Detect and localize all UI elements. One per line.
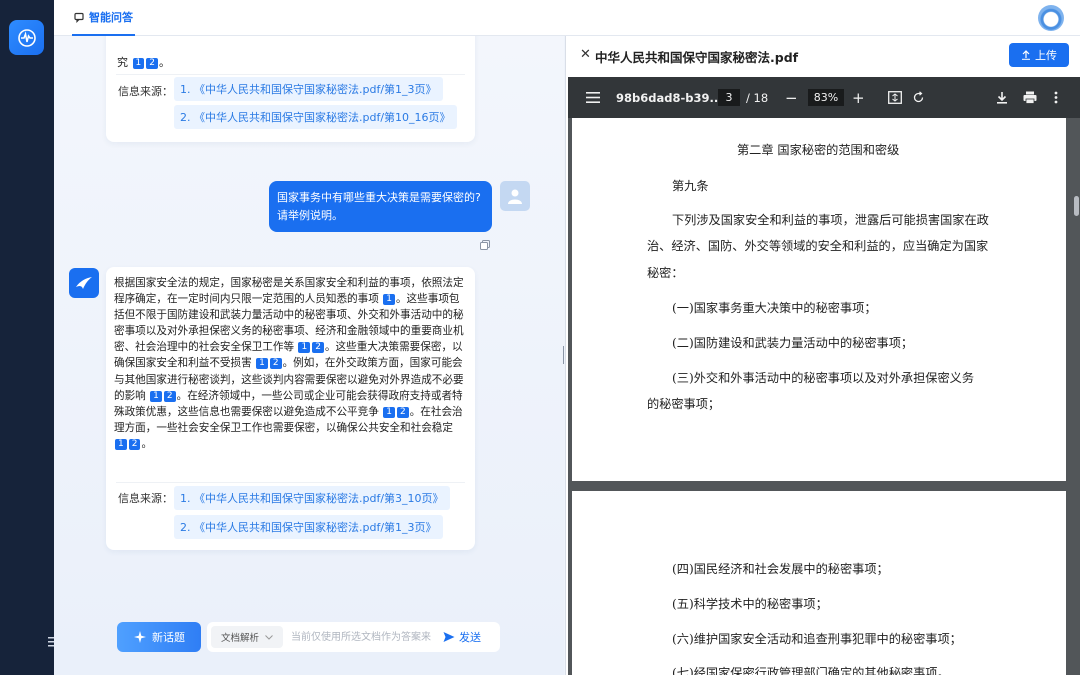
left-rail — [0, 0, 68, 675]
doc-mode-select[interactable]: 文档解析 — [211, 626, 283, 648]
top-bar: 智能问答 — [54, 0, 1080, 36]
fit-page-icon[interactable] — [888, 77, 902, 118]
paragraph-line: 治、经济、国防、外交等领域的安全和利益的，应当确定为国家 — [647, 239, 989, 253]
zoom-out-icon[interactable]: − — [785, 77, 798, 118]
pdf-header: ✕ 中华人民共和国保守国家秘密法.pdf 上传 — [566, 36, 1080, 74]
source-label: 信息来源： — [118, 492, 173, 505]
list-item: (一)国家事务重大决策中的秘密事项； — [672, 301, 877, 315]
pdf-file-name: 98b6dad8-b39... — [616, 90, 723, 105]
list-item: (四)国民经济和社会发展中的秘密事项； — [672, 562, 889, 576]
article-heading: 第九条 — [672, 179, 709, 193]
paragraph-line: 下列涉及国家安全和利益的事项，泄露后可能损害国家在政 — [672, 213, 989, 227]
answer-tail: 究 1 2。 — [117, 56, 170, 69]
list-item: (二)国防建设和武装力量活动中的秘密事项； — [672, 336, 914, 350]
upload-button[interactable]: 上传 — [1009, 43, 1069, 67]
answer-text: 根据国家安全法的规定，国家秘密是关系国家安全和利益的事项，依照法定程序确定，在一… — [114, 277, 464, 450]
bot-avatar-icon — [69, 268, 99, 298]
paragraph-line: 秘密： — [647, 266, 684, 280]
pdf-page: 第二章 国家秘密的范围和密级 第九条 下列涉及国家安全和利益的事项，泄露后可能损… — [572, 118, 1066, 481]
scrollbar-thumb[interactable] — [1074, 196, 1079, 216]
doc-mode-value: 文档解析 — [221, 633, 260, 644]
source-link[interactable]: 1. 《中华人民共和国保守国家秘密法.pdf/第1_3页》 — [174, 77, 443, 101]
pdf-viewport[interactable]: 第二章 国家秘密的范围和密级 第九条 下列涉及国家安全和利益的事项，泄露后可能损… — [568, 118, 1080, 675]
ref-badge[interactable]: 2 — [312, 342, 324, 354]
list-item: 的秘密事项； — [647, 397, 721, 411]
ref-badge[interactable]: 1 — [383, 406, 395, 418]
ref-badge[interactable]: 1 — [383, 294, 395, 306]
ref-badge[interactable]: 1 — [132, 58, 145, 69]
pdf-toolbar: 98b6dad8-b39... 3 / 18 − 83% + — [568, 77, 1080, 118]
send-label: 发送 — [459, 631, 481, 644]
answer-card-previous: 究 1 2。 信息来源： 1. 《中华人民共和国保守国家秘密法.pdf/第1_3页… — [106, 36, 475, 142]
user-avatar-icon — [500, 181, 530, 211]
ref-badge[interactable]: 1 — [150, 390, 162, 402]
composer-input-box: 文档解析 发送 — [207, 622, 500, 652]
question-input[interactable] — [291, 626, 441, 648]
ref-badge[interactable]: 2 — [146, 58, 158, 69]
ref-badge[interactable]: 2 — [269, 358, 282, 370]
download-icon[interactable] — [996, 77, 1008, 118]
pdf-panel: ✕ 中华人民共和国保守国家秘密法.pdf 上传 98b6dad8-b39... … — [565, 36, 1080, 675]
upload-label: 上传 — [1035, 49, 1057, 62]
new-topic-label: 新话题 — [152, 631, 185, 644]
pdf-page: (四)国民经济和社会发展中的秘密事项； (五)科学技术中的秘密事项； (六)维护… — [572, 491, 1066, 675]
print-icon[interactable] — [1023, 77, 1037, 118]
zoom-in-icon[interactable]: + — [852, 77, 865, 118]
sparkle-icon — [134, 631, 146, 643]
list-item: (六)维护国家安全活动和追查刑事犯罪中的秘密事项； — [672, 632, 962, 646]
list-item: (七)经国家保密行政管理部门确定的其他秘密事项。 — [672, 666, 950, 675]
list-item: (三)外交和外事活动中的秘密事项以及对外承担保密义务 — [672, 371, 975, 385]
ref-badge[interactable]: 1 — [298, 342, 311, 354]
chat-icon — [74, 12, 84, 23]
user-message: 国家事务中有哪些重大决策是需要保密的?请举例说明。 — [269, 181, 492, 232]
composer-bar: 新话题 文档解析 发送 — [117, 622, 500, 652]
ref-badge[interactable]: 1 — [115, 438, 127, 450]
hamburger-menu-icon[interactable] — [586, 77, 600, 118]
upload-icon — [1022, 50, 1030, 60]
chat-panel: 究 1 2。 信息来源： 1. 《中华人民共和国保守国家秘密法.pdf/第1_3页… — [54, 36, 564, 675]
answer-card: 根据国家安全法的规定，国家秘密是关系国家安全和利益的事项，依照法定程序确定，在一… — [106, 267, 475, 550]
send-icon — [443, 632, 455, 642]
user-avatar[interactable] — [1038, 5, 1064, 31]
send-button[interactable]: 发送 — [443, 626, 481, 648]
rotate-icon[interactable] — [912, 77, 925, 118]
source-link[interactable]: 2. 《中华人民共和国保守国家秘密法.pdf/第10_16页》 — [174, 105, 457, 129]
chapter-heading: 第二章 国家秘密的范围和密级 — [737, 143, 900, 157]
new-topic-button[interactable]: 新话题 — [117, 622, 201, 652]
tab-smart-qa-label: 智能问答 — [89, 11, 133, 24]
ref-badge[interactable]: 2 — [163, 390, 176, 402]
ref-badge[interactable]: 2 — [396, 406, 409, 418]
chevron-down-icon — [265, 634, 273, 640]
page-number-input[interactable]: 3 — [718, 89, 740, 106]
close-icon[interactable]: ✕ — [580, 47, 591, 62]
app-logo-icon[interactable] — [9, 20, 44, 55]
divider — [116, 74, 465, 75]
divider — [116, 482, 465, 483]
zoom-level[interactable]: 83% — [808, 89, 844, 106]
ref-badge[interactable]: 1 — [256, 358, 268, 370]
ref-badge[interactable]: 2 — [128, 438, 141, 450]
copy-icon[interactable] — [480, 239, 490, 250]
list-item: (五)科学技术中的秘密事项； — [672, 597, 828, 611]
tab-smart-qa[interactable]: 智能问答 — [72, 0, 135, 36]
pdf-title: 中华人民共和国保守国家秘密法.pdf — [595, 50, 799, 65]
page-total: / 18 — [746, 90, 769, 105]
source-link[interactable]: 2. 《中华人民共和国保守国家秘密法.pdf/第1_3页》 — [174, 515, 443, 539]
more-options-icon[interactable] — [1054, 77, 1058, 118]
source-link[interactable]: 1. 《中华人民共和国保守国家秘密法.pdf/第3_10页》 — [174, 486, 450, 510]
source-label: 信息来源： — [118, 85, 173, 98]
